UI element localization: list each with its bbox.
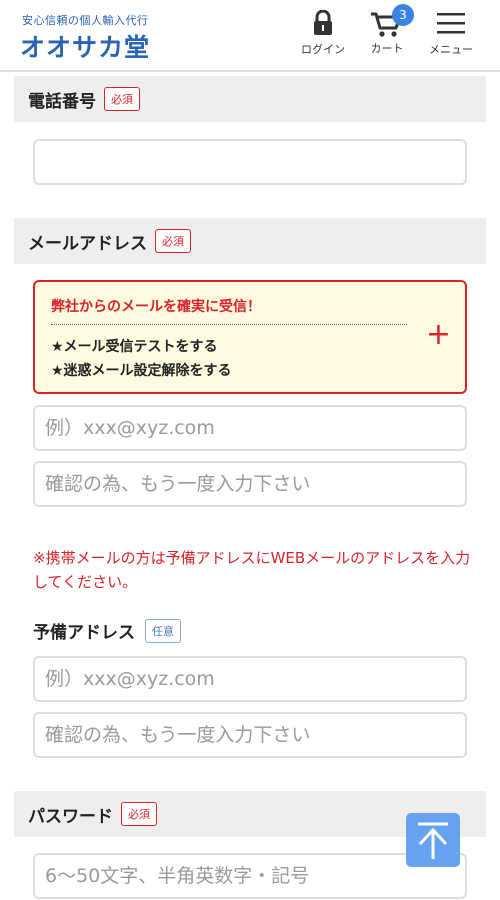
menu-button[interactable]: メニュー xyxy=(422,10,480,57)
password-input[interactable] xyxy=(33,853,467,899)
phone-section-header: 電話番号 必須 xyxy=(14,76,486,122)
hamburger-icon xyxy=(437,13,465,34)
backup-email-input[interactable] xyxy=(33,656,467,702)
backup-address-title: 予備アドレス xyxy=(33,623,135,643)
phone-input[interactable] xyxy=(33,139,467,185)
cart-button[interactable]: 3 カート xyxy=(362,4,414,56)
backup-optional-badge: 任意 xyxy=(145,618,181,643)
phone-section-title: 電話番号 xyxy=(28,91,96,112)
cart-count-badge: 3 xyxy=(392,4,414,26)
email-receipt-notice[interactable]: 弊社からのメールを確実に受信！ ★メール受信テストをする ★迷惑メール設定解除を… xyxy=(33,280,467,394)
backup-address-header: 予備アドレス 任意 xyxy=(33,618,181,643)
phone-required-badge: 必須 xyxy=(104,87,140,111)
mobile-email-warning: ※携帯メールの方は予備アドレスにWEBメールのアドレスを入力してください。 xyxy=(33,549,471,591)
menu-label: メニュー xyxy=(429,43,473,56)
login-label: ログイン xyxy=(301,43,345,56)
scroll-top-button[interactable] xyxy=(406,813,460,867)
brand-tagline: 安心信頼の個人輸入代行 xyxy=(22,14,149,27)
arrow-up-icon xyxy=(418,822,448,859)
email-section-header: メールアドレス 必須 xyxy=(14,218,486,264)
lock-icon xyxy=(314,9,332,35)
email-input[interactable] xyxy=(33,405,467,451)
backup-email-confirm-input[interactable] xyxy=(33,712,467,758)
site-header: 安心信頼の個人輸入代行 オオサカ堂 ログイン 3 カート メニュー xyxy=(0,0,500,72)
notice-divider xyxy=(51,324,407,325)
notice-line-receive-test: ★メール受信テストをする xyxy=(51,339,218,355)
password-section-title: パスワード xyxy=(28,806,113,827)
notice-line-spam-settings: ★迷惑メール設定解除をする xyxy=(51,363,232,379)
password-required-badge: 必須 xyxy=(121,802,157,826)
email-confirm-input[interactable] xyxy=(33,461,467,507)
cart-label: カート xyxy=(370,42,404,55)
notice-expand-icon[interactable]: + xyxy=(426,320,451,350)
brand-logo[interactable]: オオサカ堂 xyxy=(20,28,150,64)
email-required-badge: 必須 xyxy=(155,229,191,253)
email-section-title: メールアドレス xyxy=(28,233,147,254)
notice-title: 弊社からのメールを確実に受信！ xyxy=(51,299,261,315)
login-button[interactable]: ログイン xyxy=(296,9,350,57)
